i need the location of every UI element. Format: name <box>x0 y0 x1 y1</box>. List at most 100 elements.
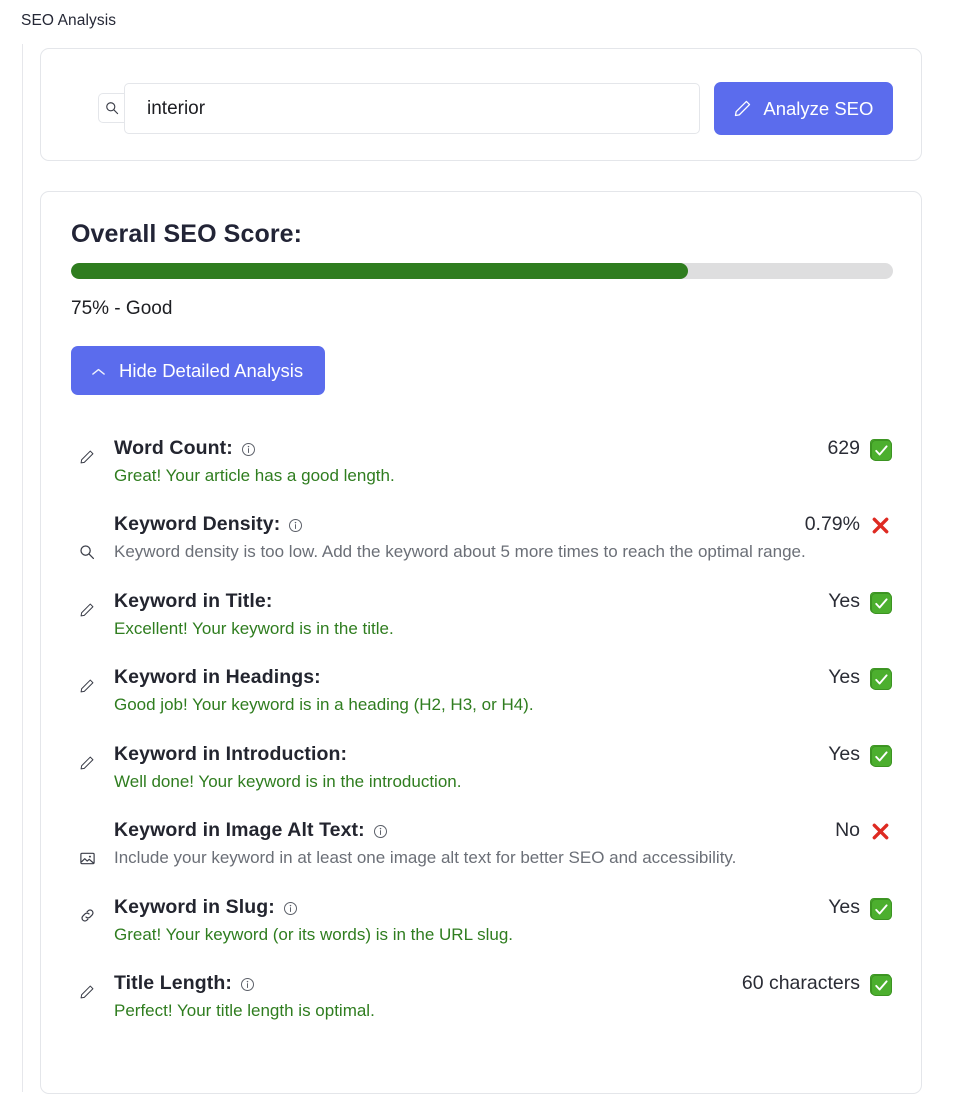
analysis-item-description: Perfect! Your title length is optimal. <box>114 1001 375 1021</box>
overall-score-heading: Overall SEO Score: <box>71 220 303 248</box>
analysis-item: Keyword in Introduction: Yes Well done! Yo… <box>71 742 892 793</box>
analysis-item-header: Keyword in Title: Yes <box>114 589 892 614</box>
analysis-item-description: Include your keyword in at least one ima… <box>114 848 737 868</box>
analysis-item: Keyword in Image Alt Text: No Include your… <box>71 819 891 869</box>
analysis-item-result: Yes <box>828 666 892 691</box>
status-badge <box>870 515 891 536</box>
check-mark-button-icon <box>870 591 892 614</box>
seo-score-caption: 75% - Good <box>71 298 173 319</box>
analysis-item-result: No <box>835 819 891 842</box>
analysis-item-label-text: Title Length: <box>114 972 232 995</box>
analysis-item-result: 60 characters <box>741 972 892 997</box>
analysis-item-label: Keyword in Headings: <box>114 666 321 689</box>
status-badge <box>870 821 891 842</box>
image-icon <box>76 847 98 869</box>
pencil-icon <box>76 752 98 774</box>
info-icon[interactable] <box>288 517 303 533</box>
cross-mark-icon <box>870 821 891 842</box>
analysis-item-header: Keyword in Introduction: Yes <box>114 742 892 767</box>
pencil-icon <box>76 446 98 468</box>
analysis-item-label: Keyword in Introduction: <box>114 743 347 766</box>
cross-mark-icon <box>870 515 891 536</box>
analysis-item-value: No <box>835 819 860 842</box>
analysis-item-value: Yes <box>828 742 860 765</box>
seo-analysis-content: Analyze SEO Overall SEO Score: 75% - Goo… <box>40 48 922 1094</box>
analysis-item-label-text: Keyword in Slug: <box>114 895 275 918</box>
pencil-icon <box>733 99 752 118</box>
keyword-search-card: Analyze SEO <box>40 48 922 161</box>
toggle-detailed-analysis-button[interactable]: Hide Detailed Analysis <box>71 346 326 395</box>
analysis-item-label-text: Keyword in Introduction: <box>114 742 348 765</box>
check-mark-button-icon <box>870 668 892 691</box>
analysis-item-result: Yes <box>828 589 892 614</box>
keyword-search-input[interactable] <box>124 83 700 134</box>
analysis-item-list: Word Count: 629 Great! Your article has a … <box>71 437 892 1023</box>
pencil-icon <box>76 599 98 621</box>
analysis-item: Title Length: 60 characters Perfect! Your … <box>71 972 892 1022</box>
check-mark-button-icon <box>870 439 892 461</box>
analysis-item-result: 0.79% <box>805 513 891 536</box>
pencil-icon <box>76 981 98 1003</box>
analysis-item-header: Keyword in Image Alt Text: No <box>114 819 891 842</box>
analysis-item-description: Keyword density is too low. Add the keyw… <box>114 542 806 562</box>
analyze-seo-button[interactable]: Analyze SEO <box>713 82 893 135</box>
pencil-icon <box>76 675 98 697</box>
analysis-item-header: Keyword in Headings: Yes <box>114 666 892 691</box>
analysis-item-header: Word Count: 629 <box>114 437 892 461</box>
status-badge <box>870 591 892 614</box>
analysis-item-value: Yes <box>828 589 860 612</box>
chevron-up-icon <box>91 360 106 382</box>
analysis-item-description: Excellent! Your keyword is in the title. <box>114 618 394 638</box>
analyze-seo-button-label: Analyze SEO <box>763 97 874 119</box>
analysis-item-label-text: Word Count: <box>114 437 233 459</box>
analysis-item-label-text: Keyword Density: <box>114 513 281 536</box>
link-icon <box>76 905 98 927</box>
analysis-item: Keyword in Title: Yes Excellent! Your keyw… <box>71 589 892 640</box>
info-icon[interactable] <box>241 441 256 456</box>
status-badge <box>870 744 892 767</box>
analysis-item-result: Yes <box>828 742 892 767</box>
toggle-detailed-analysis-label: Hide Detailed Analysis <box>119 359 304 381</box>
analysis-item-description: Good job! Your keyword is in a heading (… <box>114 695 534 715</box>
analysis-item: Word Count: 629 Great! Your article has a … <box>71 437 892 487</box>
status-badge <box>870 668 892 691</box>
check-mark-button-icon <box>870 974 892 997</box>
analysis-item-header: Keyword in Slug: Yes <box>114 895 892 920</box>
analysis-item: Keyword in Slug: Yes Great! Your keyword (… <box>71 895 892 946</box>
analysis-item-header: Title Length: 60 characters <box>114 972 892 997</box>
page-title: SEO Analysis <box>21 12 117 29</box>
search-icon <box>98 93 124 123</box>
analysis-item-header: Keyword Density: 0.79% <box>114 513 891 536</box>
analysis-item-value: 60 characters <box>741 972 860 995</box>
analysis-item-description: Great! Your article has a good length. <box>114 466 395 485</box>
analysis-item: Keyword in Headings: Yes Good job! Your ke… <box>71 666 892 716</box>
check-mark-button-icon <box>870 744 892 767</box>
status-badge <box>870 439 892 461</box>
seo-score-progress-fill <box>71 263 688 279</box>
analysis-item-value: Yes <box>828 666 860 689</box>
analysis-item-label-text: Keyword in Title: <box>114 589 273 612</box>
analysis-item-result: 629 <box>827 437 892 461</box>
search-icon <box>76 541 98 563</box>
analysis-item: Keyword Density: 0.79% Keyword density is … <box>71 513 891 563</box>
analysis-item-result: Yes <box>828 896 892 920</box>
info-icon[interactable] <box>240 976 255 992</box>
analysis-item-label: Keyword Density: <box>114 513 303 536</box>
status-badge <box>870 897 892 920</box>
status-badge <box>870 974 892 997</box>
analysis-item-label: Keyword in Title: <box>114 590 272 613</box>
analysis-item-value: 0.79% <box>804 513 860 536</box>
analysis-item-label-text: Keyword in Headings: <box>114 666 321 689</box>
analysis-item-description: Well done! Your keyword is in the introd… <box>114 771 462 791</box>
analysis-item-value: 629 <box>827 437 860 459</box>
analysis-item-description: Great! Your keyword (or its words) is in… <box>114 924 514 944</box>
analysis-item-label: Title Length: <box>114 972 255 995</box>
content-left-rail <box>22 44 23 1092</box>
info-icon[interactable] <box>283 900 298 915</box>
analysis-item-label: Word Count: <box>114 437 256 460</box>
search-row: Analyze SEO <box>71 82 893 135</box>
info-icon[interactable] <box>373 823 388 839</box>
analysis-item-label-text: Keyword in Image Alt Text: <box>114 819 365 842</box>
check-mark-button-icon <box>870 897 892 920</box>
seo-score-progress-bar <box>71 263 893 279</box>
